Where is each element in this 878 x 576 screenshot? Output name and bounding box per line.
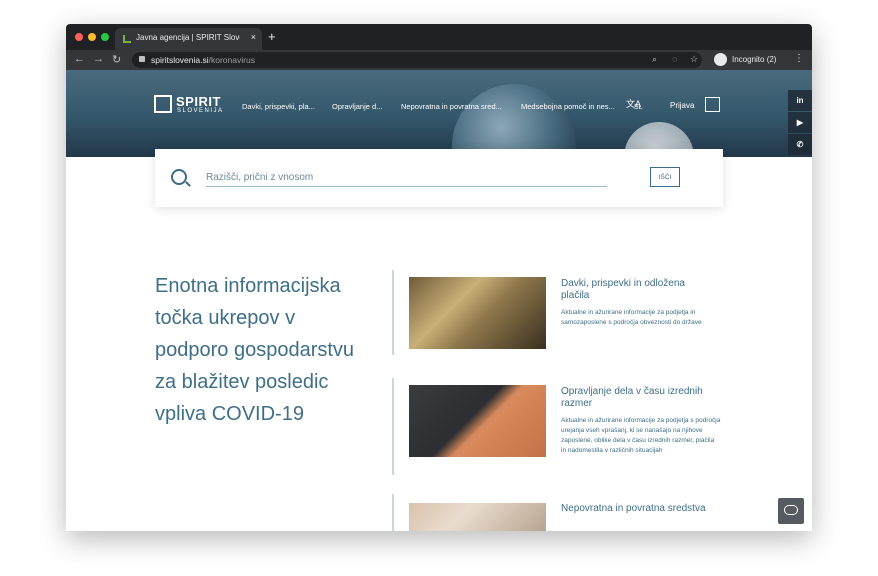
eye-off-icon[interactable]: ◌	[672, 54, 677, 64]
star-icon[interactable]: ☆	[690, 54, 698, 65]
nav-item-mutual-help[interactable]: Medsebojna pomoč in nes...	[521, 102, 615, 111]
browser-menu-icon[interactable]: ⋮	[794, 53, 804, 64]
divider-line	[392, 378, 394, 475]
card-image-desk[interactable]	[409, 385, 546, 457]
login-link[interactable]: Prijava	[670, 101, 694, 110]
card-image-coins[interactable]	[409, 277, 546, 349]
browser-tab[interactable]: Javna agencija | SPIRIT Sloven ×	[115, 28, 262, 50]
spirit-logo[interactable]: SPIRIT SLOVENIJA	[154, 92, 234, 118]
new-tab-button[interactable]: +	[268, 29, 276, 44]
minimize-window-icon[interactable]	[88, 33, 96, 41]
divider-line	[392, 270, 394, 355]
youtube-icon[interactable]: ▶	[788, 112, 812, 133]
browser-toolbar: ← → ↻ spiritslovenia.si/koronavirus ⌕ ◌ …	[66, 50, 812, 70]
tab-close-icon[interactable]: ×	[251, 32, 256, 42]
url-text: spiritslovenia.si/koronavirus	[151, 55, 255, 65]
hero-banner: SPIRIT SLOVENIJA Davki, prispevki, pla..…	[66, 70, 812, 157]
incognito-label[interactable]: Incognito (2)	[732, 55, 776, 64]
login-icon[interactable]	[705, 97, 720, 112]
search-panel: IŠČI	[155, 149, 723, 207]
back-button[interactable]: ←	[74, 53, 85, 65]
browser-window: Javna agencija | SPIRIT Sloven × + ← → ↻…	[66, 24, 812, 531]
logo-text: SPIRIT	[176, 94, 221, 109]
tab-title: Javna agencija | SPIRIT Sloven	[136, 33, 240, 42]
close-window-icon[interactable]	[75, 33, 83, 41]
card-description: Aktualne in ažurirane informacije za pod…	[561, 309, 702, 326]
language-code: SL	[634, 104, 643, 111]
card-title[interactable]: Nepovratna in povratna sredstva	[561, 503, 711, 515]
phone-icon[interactable]: ✆	[788, 134, 812, 155]
chart-icon	[154, 95, 172, 113]
tab-bar: Javna agencija | SPIRIT Sloven × +	[66, 24, 812, 50]
search-icon[interactable]	[171, 169, 187, 185]
chat-icon	[784, 505, 798, 515]
reload-button[interactable]: ↻	[112, 53, 121, 66]
zoom-icon[interactable]: ⌕	[652, 54, 657, 65]
language-selector[interactable]: 文A SL	[626, 94, 643, 112]
globe-image	[452, 84, 576, 157]
nav-item-taxes[interactable]: Davki, prispevki, pla...	[242, 102, 315, 111]
address-bar[interactable]: spiritslovenia.si/koronavirus ⌕ ◌ ☆	[132, 52, 702, 68]
card-image-money[interactable]	[409, 503, 546, 531]
page-headline: Enotna informacijska točka ukrepov v pod…	[155, 275, 355, 425]
chat-button[interactable]	[778, 498, 804, 524]
card-description: Aktualne in ažurirane informacije za pod…	[561, 417, 721, 454]
maximize-window-icon[interactable]	[101, 33, 109, 41]
card-title[interactable]: Opravljanje dela v času izrednih razmer	[561, 386, 711, 410]
nav-item-work[interactable]: Opravljanje d...	[332, 102, 382, 111]
nav-item-funds[interactable]: Nepovratna in povratna sred...	[401, 102, 502, 111]
incognito-icon[interactable]	[714, 53, 727, 66]
forward-button[interactable]: →	[93, 53, 104, 65]
page-viewport: SPIRIT SLOVENIJA Davki, prispevki, pla..…	[66, 70, 812, 531]
card-title[interactable]: Davki, prispevki in odložena plačila	[561, 278, 711, 302]
search-button[interactable]: IŠČI	[650, 167, 680, 187]
logo-subtext: SLOVENIJA	[177, 108, 224, 114]
search-input[interactable]	[206, 169, 607, 187]
favicon-icon	[123, 35, 131, 43]
linkedin-icon[interactable]: in	[788, 90, 812, 111]
divider-line	[392, 494, 394, 531]
lock-icon	[139, 56, 145, 62]
